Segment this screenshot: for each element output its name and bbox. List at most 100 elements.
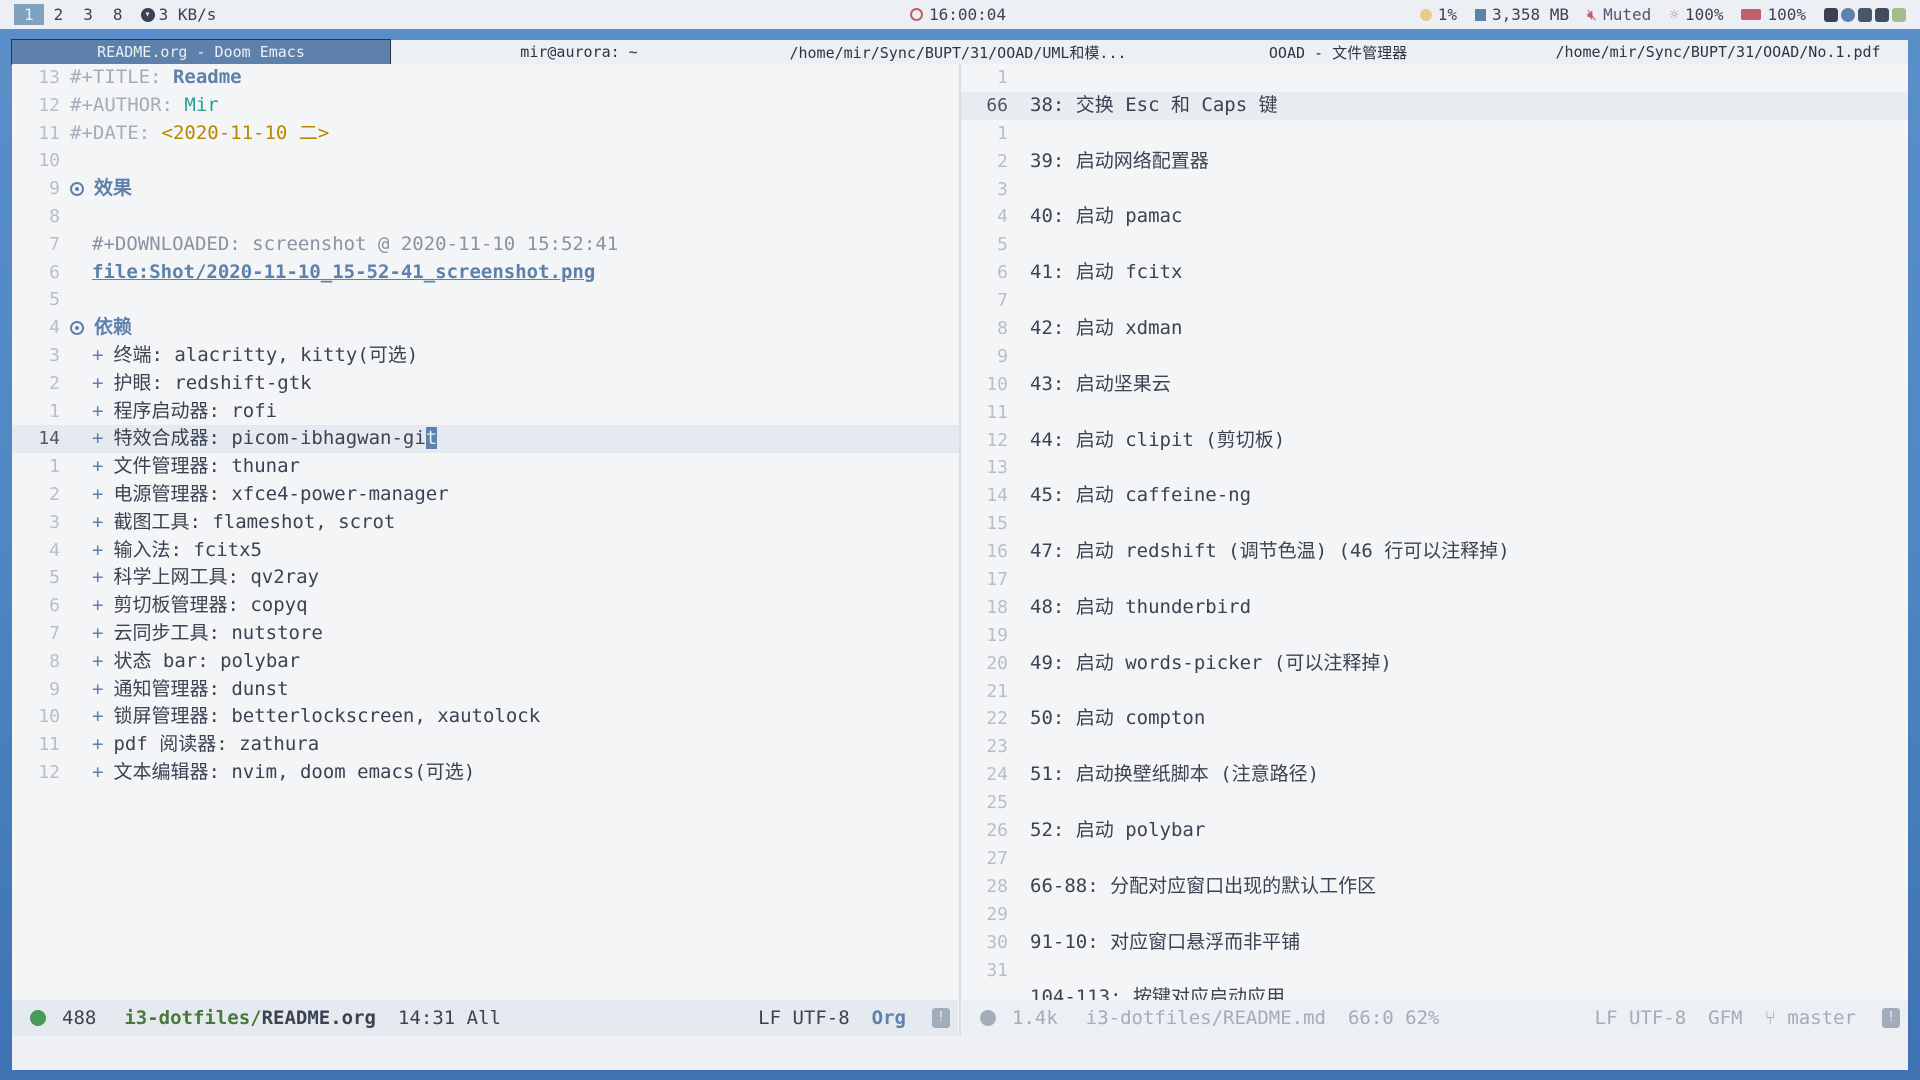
editor-line[interactable]: 11 #+DATE: <2020-11-10 二> — [12, 120, 960, 148]
editor-line[interactable]: 66 38: 交换 Esc 和 Caps 键 — [960, 91, 1908, 120]
editor-line[interactable]: 20 49: 启动 words-picker (可以注释掉) — [960, 650, 1908, 678]
tab-readme-emacs[interactable]: README.org - Doom Emacs — [11, 39, 391, 65]
editor-line[interactable]: 30 91-10: 对应窗口悬浮而非平铺 — [960, 929, 1908, 957]
editor-line[interactable]: 8 — [12, 203, 960, 231]
left-editor-pane[interactable]: 13 #+TITLE: Readme 12 #+AUTHOR: Mir 11 #+DATE… — [12, 64, 960, 1000]
memory-module: 3,358 MB — [1474, 5, 1569, 24]
git-branch[interactable]: ⑂ master — [1765, 1007, 1857, 1029]
editor-line[interactable]: 21 — [960, 678, 1908, 706]
tray-window-icon[interactable] — [1875, 7, 1889, 22]
editor-line[interactable]: 16 47: 启动 redshift (调节色温) (46 行可以注释掉) — [960, 538, 1908, 566]
editor-line[interactable]: 7 #+DOWNLOADED: screenshot @ 2020-11-10 1… — [12, 231, 960, 259]
buffer-size: 488 — [62, 1007, 97, 1029]
editor-line[interactable]: 29 — [960, 901, 1908, 929]
editor-line[interactable]: 7 + 云同步工具: nutstore — [12, 620, 960, 648]
editor-line[interactable]: 9 + 通知管理器: dunst — [12, 676, 960, 704]
editor-line[interactable]: 17 — [960, 566, 1908, 594]
editor-line[interactable]: 4 + 输入法: fcitx5 — [12, 537, 960, 565]
editor-line[interactable]: 3 + 截图工具: flameshot, scrot — [12, 509, 960, 537]
echo-area[interactable] — [12, 1036, 1908, 1070]
line-number: 26 — [986, 820, 1008, 842]
editor-line[interactable]: 10 + 锁屏管理器: betterlockscreen, xautolock — [12, 703, 960, 731]
workspace-3[interactable]: 3 — [73, 4, 103, 25]
line-number: 12 — [38, 94, 60, 116]
line-number: 27 — [986, 847, 1008, 869]
editor-line[interactable]: 19 — [960, 622, 1908, 650]
editor-line[interactable]: 12 #+AUTHOR: Mir — [12, 92, 960, 120]
editor-line[interactable]: 6 + 剪切板管理器: copyq — [12, 592, 960, 620]
editor-line[interactable]: 12 44: 启动 clipit (剪切板) — [960, 427, 1908, 455]
editor-line[interactable]: 10 — [12, 147, 960, 175]
editor-line[interactable]: 14 45: 启动 caffeine-ng — [960, 482, 1908, 510]
file-link[interactable]: file:Shot/2020-11-10_15-52-41_screenshot… — [92, 261, 595, 283]
line-number: 31 — [986, 959, 1008, 981]
editor-line[interactable]: 104-113: 按键对应启动应用 — [960, 984, 1908, 1000]
editor-line[interactable]: 27 — [960, 845, 1908, 873]
tray-leaf-icon[interactable] — [1892, 7, 1906, 22]
tab-terminal[interactable]: mir@aurora: ~ — [390, 40, 768, 64]
editor-line[interactable]: 3 — [960, 176, 1908, 204]
line-number: 5 — [49, 567, 60, 589]
line-number: 11 — [986, 401, 1008, 423]
tray-clipboard-icon[interactable] — [1858, 7, 1872, 22]
editor-line[interactable]: 31 — [960, 957, 1908, 985]
editor-line[interactable]: 3 + 终端: alacritty, kitty(可选) — [12, 342, 960, 370]
buffer-name[interactable]: i3-dotfiles/README.org — [124, 1007, 376, 1029]
editor-line[interactable]: 2 + 护眼: redshift-gtk — [12, 370, 960, 398]
editor-line[interactable]: 28 66-88: 分配对应窗口出现的默认工作区 — [960, 873, 1908, 901]
editor-line[interactable]: 11 + pdf 阅读器: zathura — [12, 731, 960, 759]
workspace-2[interactable]: 2 — [44, 4, 74, 25]
tab-pdf-path[interactable]: /home/mir/Sync/BUPT/31/OOAD/No.1.pdf — [1528, 40, 1908, 64]
editor-line[interactable]: 6 file:Shot/2020-11-10_15-52-41_screensho… — [12, 259, 960, 287]
editor-line[interactable]: 1 + 文件管理器: thunar — [12, 453, 960, 481]
heading-bullet-icon[interactable] — [70, 321, 84, 336]
editor-line[interactable]: 1 — [960, 120, 1908, 148]
buffer-name-right[interactable]: i3-dotfiles/README.md — [1086, 1007, 1326, 1029]
major-mode[interactable]: Org — [872, 1007, 906, 1029]
battery-icon — [1741, 9, 1762, 20]
pane-divider[interactable] — [959, 64, 961, 1070]
tab-uml-path[interactable]: /home/mir/Sync/BUPT/31/OOAD/UML和模... — [768, 40, 1148, 64]
list-plus-icon: + — [92, 677, 104, 700]
editor-line[interactable]: 5 — [960, 231, 1908, 259]
editor-line[interactable]: 26 52: 启动 polybar — [960, 817, 1908, 845]
editor-line[interactable]: 25 — [960, 789, 1908, 817]
editor-line[interactable]: 1 — [960, 64, 1908, 92]
tray-x-icon[interactable] — [1824, 7, 1838, 22]
editor-line[interactable]: 18 48: 启动 thunderbird — [960, 594, 1908, 622]
editor-line[interactable]: 10 43: 启动坚果云 — [960, 371, 1908, 399]
editor-line[interactable]: 15 — [960, 510, 1908, 538]
editor-line[interactable]: 12 + 文本编辑器: nvim, doom emacs(可选) — [12, 759, 960, 787]
editor-line[interactable]: 8 42: 启动 xdman — [960, 315, 1908, 343]
workspace-8[interactable]: 8 — [103, 4, 133, 25]
major-mode-right[interactable]: GFM — [1708, 1007, 1742, 1029]
editor-line[interactable]: 1 + 程序启动器: rofi — [12, 398, 960, 426]
heading-bullet-icon[interactable] — [70, 182, 84, 197]
editor-line[interactable]: 2 39: 启动网络配置器 — [960, 148, 1908, 176]
editor-line[interactable]: 5 + 科学上网工具: qv2ray — [12, 564, 960, 592]
editor-line[interactable]: 13 #+TITLE: Readme — [12, 64, 960, 92]
editor-line[interactable]: 13 — [960, 454, 1908, 482]
editor-line[interactable]: 14 + 特效合成器: picom-ibhagwan-git — [12, 425, 960, 454]
encoding-right[interactable]: LF UTF-8 — [1595, 1007, 1687, 1029]
editor-line[interactable]: 7 — [960, 287, 1908, 315]
editor-line[interactable]: 22 50: 启动 compton — [960, 705, 1908, 733]
editor-line[interactable]: 24 51: 启动换壁纸脚本 (注意路径) — [960, 761, 1908, 789]
editor-line[interactable]: 11 — [960, 399, 1908, 427]
editor-line[interactable]: 2 + 电源管理器: xfce4-power-manager — [12, 481, 960, 509]
editor-line[interactable]: 6 41: 启动 fcitx — [960, 259, 1908, 287]
editor-line[interactable]: 9 — [960, 343, 1908, 371]
right-editor-pane[interactable]: 1 66 38: 交换 Esc 和 Caps 键 1 2 39: 启动网络配置器 3 4 40:… — [960, 64, 1908, 1000]
workspace-1[interactable]: 1 — [14, 4, 44, 25]
editor-line[interactable]: 4 40: 启动 pamac — [960, 203, 1908, 231]
editor-line[interactable]: 9 效果 — [12, 175, 960, 203]
tab-file-manager[interactable]: OOAD - 文件管理器 — [1148, 40, 1528, 64]
tray-globe-icon[interactable] — [1841, 7, 1855, 22]
volume-module[interactable]: 🔇︎ Muted — [1587, 5, 1651, 25]
editor-line[interactable]: 23 — [960, 733, 1908, 761]
editor-line[interactable]: 4 依赖 — [12, 314, 960, 342]
line-number: 9 — [997, 345, 1008, 367]
editor-line[interactable]: 8 + 状态 bar: polybar — [12, 648, 960, 676]
encoding[interactable]: LF UTF-8 — [758, 1007, 850, 1029]
editor-line[interactable]: 5 — [12, 286, 960, 314]
